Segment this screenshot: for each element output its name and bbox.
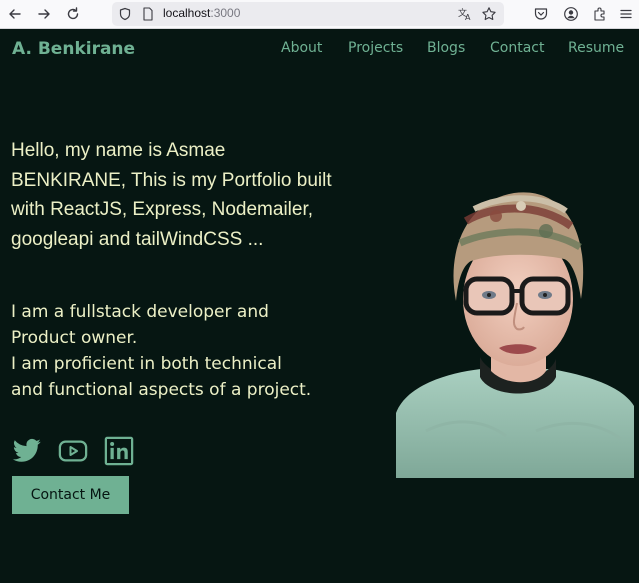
hero-description: I am a fullstack developer and Product o… [11, 299, 341, 403]
linkedin-icon[interactable] [104, 436, 134, 466]
hero-desc-line: Product owner. [11, 328, 138, 348]
nav-contact[interactable]: Contact [490, 40, 544, 56]
hero-intro: Hello, my name is Asmae BENKIRANE, This … [11, 140, 332, 250]
bookmark-star-icon[interactable] [480, 5, 498, 23]
nav-about[interactable]: About [281, 40, 322, 56]
url-bar[interactable]: localhost:3000 [112, 2, 504, 26]
back-icon[interactable] [5, 4, 25, 24]
twitter-icon[interactable] [12, 436, 42, 466]
menu-icon[interactable] [617, 5, 635, 23]
contact-me-button[interactable]: Contact Me [12, 476, 129, 514]
site-logo[interactable]: A. Benkirane [12, 39, 135, 59]
nav-projects[interactable]: Projects [348, 40, 403, 56]
page-content: A. Benkirane About Projects Blogs Contac… [0, 30, 639, 583]
svg-text:A: A [465, 13, 471, 22]
url-host: localhost [163, 6, 211, 20]
hero-desc-line: I am proficient in both technical [11, 354, 282, 374]
translate-icon[interactable]: 文A [456, 5, 474, 23]
shield-icon[interactable] [117, 6, 133, 22]
nav-resume[interactable]: Resume [568, 40, 624, 56]
profile-photo [396, 181, 634, 478]
forward-icon[interactable] [34, 4, 54, 24]
url-text[interactable]: localhost:3000 [163, 6, 240, 20]
account-icon[interactable] [562, 5, 580, 23]
browser-toolbar: localhost:3000 文A [0, 0, 639, 29]
url-port: :3000 [210, 6, 241, 20]
page-icon[interactable] [140, 6, 156, 22]
reload-icon[interactable] [63, 4, 83, 24]
pocket-icon[interactable] [532, 5, 550, 23]
nav-blogs[interactable]: Blogs [427, 40, 465, 56]
hero-desc-line: and functional aspects of a project. [11, 380, 312, 400]
hero-desc-line: I am a fullstack developer and [11, 302, 269, 322]
extensions-icon[interactable] [591, 5, 609, 23]
youtube-icon[interactable] [58, 436, 88, 466]
